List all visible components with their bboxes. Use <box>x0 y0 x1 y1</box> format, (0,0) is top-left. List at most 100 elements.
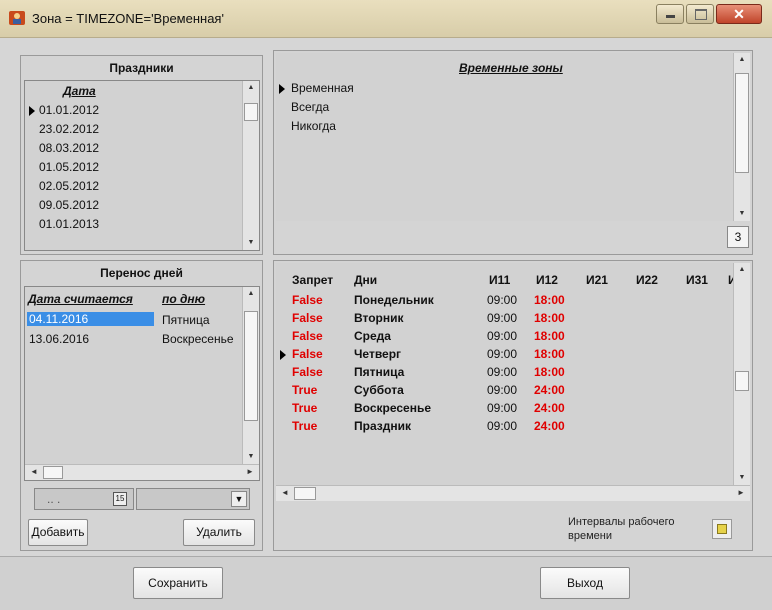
scroll-up-icon[interactable]: ▲ <box>734 53 750 67</box>
schedule-column-header[interactable]: И22 <box>636 273 658 287</box>
scroll-down-icon[interactable]: ▼ <box>734 207 750 221</box>
holiday-date[interactable]: 01.01.2013 <box>39 217 99 231</box>
day-combobox[interactable]: ▼ <box>136 488 250 510</box>
scroll-left-icon[interactable]: ◄ <box>27 465 41 479</box>
schedule-column-header[interactable]: И12 <box>536 273 558 287</box>
calendar-icon[interactable]: 15 <box>113 492 127 506</box>
close-button[interactable]: ✕ <box>716 4 762 24</box>
maximize-button[interactable] <box>686 4 714 24</box>
schedule-ban-cell[interactable]: True <box>292 419 317 433</box>
scroll-right-icon[interactable]: ► <box>243 465 257 479</box>
schedule-i11-cell[interactable]: 09:00 <box>487 329 517 343</box>
transfer-scroll-thumb[interactable] <box>244 311 258 421</box>
schedule-ban-cell[interactable]: False <box>292 329 323 343</box>
scroll-up-icon[interactable]: ▲ <box>243 287 259 301</box>
title-bar[interactable]: Зона = TIMEZONE='Временная' ✕ <box>0 0 772 38</box>
schedule-i12-cell[interactable]: 18:00 <box>534 293 565 307</box>
schedule-ban-cell[interactable]: False <box>292 365 323 379</box>
holidays-column-date[interactable]: Дата <box>63 84 96 98</box>
schedule-ban-cell[interactable]: True <box>292 383 317 397</box>
current-row-marker-icon <box>29 106 35 116</box>
schedule-i12-cell[interactable]: 18:00 <box>534 365 565 379</box>
scroll-down-icon[interactable]: ▼ <box>734 471 750 485</box>
schedule-ban-cell[interactable]: True <box>292 401 317 415</box>
transfer-column-date[interactable]: Дата считается <box>28 292 133 306</box>
schedule-day-cell[interactable]: Вторник <box>354 311 404 325</box>
scroll-left-icon[interactable]: ◄ <box>278 486 292 500</box>
holiday-date[interactable]: 02.05.2012 <box>39 179 99 193</box>
holidays-grid[interactable]: Дата 01.01.2012 23.02.2012 08.03.2012 01.05… <box>24 80 260 251</box>
timezones-grid[interactable]: Временные зоны Временная Всегда Никогда ▲ … <box>276 53 750 221</box>
schedule-i12-cell[interactable]: 18:00 <box>534 347 565 361</box>
schedule-i12-cell[interactable]: 24:00 <box>534 383 565 397</box>
scroll-down-icon[interactable]: ▼ <box>243 236 259 250</box>
schedule-i11-cell[interactable]: 09:00 <box>487 347 517 361</box>
transfer-row-day[interactable]: Воскресенье <box>162 332 242 346</box>
schedule-i11-cell[interactable]: 09:00 <box>487 383 517 397</box>
schedule-vscroll[interactable]: ▲ ▼ <box>733 263 750 485</box>
schedule-day-cell[interactable]: Четверг <box>354 347 401 361</box>
transfer-column-day[interactable]: по дню <box>162 292 205 306</box>
schedule-i11-cell[interactable]: 09:00 <box>487 293 517 307</box>
holiday-date[interactable]: 01.05.2012 <box>39 160 99 174</box>
schedule-day-cell[interactable]: Праздник <box>354 419 411 433</box>
transfer-row-day[interactable]: Пятница <box>162 313 210 327</box>
schedule-i11-cell[interactable]: 09:00 <box>487 311 517 325</box>
chevron-down-icon[interactable]: ▼ <box>231 491 247 507</box>
schedule-column-header[interactable]: И11 <box>489 273 510 287</box>
delete-button[interactable]: Удалить <box>183 519 255 546</box>
save-button[interactable]: Сохранить <box>133 567 223 599</box>
holiday-date[interactable]: 01.01.2012 <box>39 103 99 117</box>
schedule-scroll-thumb[interactable] <box>735 371 749 391</box>
schedule-day-cell[interactable]: Пятница <box>354 365 404 379</box>
schedule-hscroll[interactable]: ◄ ► <box>276 485 750 501</box>
transfer-row-date[interactable]: 04.11.2016 <box>27 312 154 326</box>
scroll-up-icon[interactable]: ▲ <box>734 263 750 277</box>
schedule-ban-cell[interactable]: False <box>292 293 323 307</box>
schedule-day-cell[interactable]: Понедельник <box>354 293 434 307</box>
holidays-scroll-thumb[interactable] <box>244 103 258 121</box>
schedule-i12-cell[interactable]: 18:00 <box>534 329 565 343</box>
schedule-ban-cell[interactable]: False <box>292 347 323 361</box>
scroll-up-icon[interactable]: ▲ <box>243 81 259 95</box>
timezones-scroll-thumb[interactable] <box>735 73 749 173</box>
transfer-grid[interactable]: Дата считается по дню 04.11.2016 Пятница… <box>24 286 260 481</box>
minimize-button[interactable] <box>656 4 684 24</box>
schedule-i12-cell[interactable]: 18:00 <box>534 311 565 325</box>
schedule-i11-cell[interactable]: 09:00 <box>487 365 517 379</box>
transfer-hscroll[interactable]: ◄ ► <box>25 464 259 480</box>
schedule-column-header[interactable]: Запрет <box>292 273 333 287</box>
schedule-ban-cell[interactable]: False <box>292 311 323 325</box>
timezone-item[interactable]: Всегда <box>291 100 329 114</box>
holiday-date[interactable]: 08.03.2012 <box>39 141 99 155</box>
date-picker[interactable]: .. . 15 <box>34 488 134 510</box>
schedule-day-cell[interactable]: Среда <box>354 329 391 343</box>
holidays-vscroll[interactable]: ▲ ▼ <box>242 81 259 250</box>
schedule-i11-cell[interactable]: 09:00 <box>487 401 517 415</box>
schedule-i12-cell[interactable]: 24:00 <box>534 401 565 415</box>
schedule-day-cell[interactable]: Суббота <box>354 383 404 397</box>
holiday-date[interactable]: 09.05.2012 <box>39 198 99 212</box>
work-intervals-button[interactable] <box>712 519 732 539</box>
schedule-grid[interactable]: ЗапретДниИ11И12И21И22И31И3 FalseПонедель… <box>276 263 750 501</box>
scroll-down-icon[interactable]: ▼ <box>243 450 259 464</box>
schedule-hscroll-thumb[interactable] <box>294 487 316 500</box>
grid-icon <box>717 524 727 534</box>
schedule-column-header[interactable]: И31 <box>686 273 708 287</box>
timezones-vscroll[interactable]: ▲ ▼ <box>733 53 750 221</box>
timezone-item[interactable]: Никогда <box>291 119 336 133</box>
transfer-vscroll[interactable]: ▲ ▼ <box>242 287 259 464</box>
transfer-row-date[interactable]: 13.06.2016 <box>29 332 89 346</box>
schedule-i11-cell[interactable]: 09:00 <box>487 419 517 433</box>
schedule-column-header[interactable]: И21 <box>586 273 608 287</box>
schedule-column-header[interactable]: Дни <box>354 273 377 287</box>
schedule-day-cell[interactable]: Воскресенье <box>354 401 431 415</box>
holidays-title: Праздники <box>109 61 174 75</box>
transfer-hscroll-thumb[interactable] <box>43 466 63 479</box>
schedule-i12-cell[interactable]: 24:00 <box>534 419 565 433</box>
timezone-item[interactable]: Временная <box>291 81 354 95</box>
add-button[interactable]: Добавить <box>28 519 88 546</box>
holiday-date[interactable]: 23.02.2012 <box>39 122 99 136</box>
scroll-right-icon[interactable]: ► <box>734 486 748 500</box>
exit-button[interactable]: Выход <box>540 567 630 599</box>
